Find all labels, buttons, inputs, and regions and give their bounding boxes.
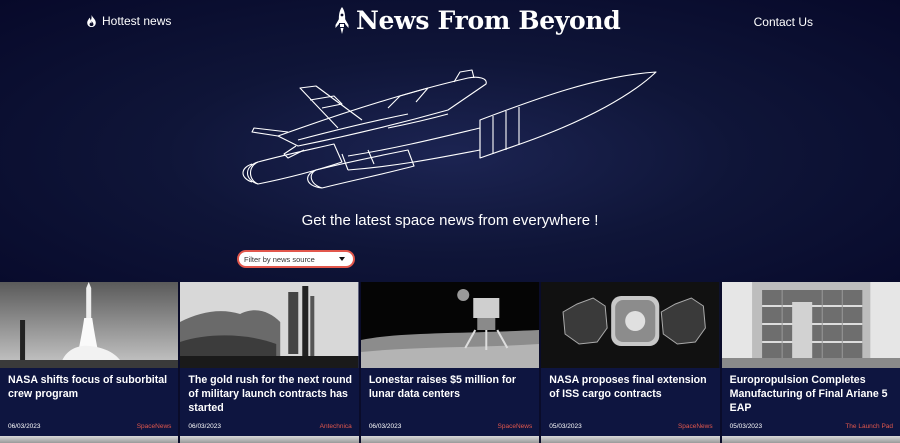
card-title: Europropulsion Completes Manufacturing o… — [729, 374, 888, 414]
card-title: NASA proposes final extension of ISS car… — [549, 374, 707, 400]
rocket-icon — [335, 6, 349, 34]
cargo-spacecraft-image — [541, 282, 720, 368]
rocket-launch-image — [0, 282, 179, 368]
news-card[interactable]: Europropulsion Completes Manufacturing o… — [721, 282, 900, 443]
hero-banner: Hottest news News From Beyond Contact Us — [0, 0, 900, 282]
next-row-image — [180, 436, 359, 443]
card-source: SpaceNews — [677, 423, 713, 430]
card-date: 05/03/2023 — [549, 423, 582, 430]
next-row-image — [541, 436, 720, 443]
card-title: Lonestar raises $5 million for lunar dat… — [368, 374, 516, 400]
card-date: 06/03/2023 — [368, 423, 402, 430]
brand[interactable]: News From Beyond — [334, 6, 621, 35]
card-source: The Launch Pad — [845, 423, 894, 430]
booster-factory-image — [721, 282, 900, 368]
next-row-image — [0, 436, 179, 443]
card-date: 06/03/2023 — [188, 423, 221, 430]
caret-down-icon — [339, 257, 345, 261]
news-card[interactable]: NASA shifts focus of suborbital crew pro… — [0, 282, 179, 443]
filter-placeholder: Filter by news source — [244, 254, 315, 264]
card-source: SpaceNews — [497, 423, 533, 430]
next-row-image — [721, 436, 900, 443]
card-source: Antechnica — [319, 423, 352, 430]
card-date: 05/03/2023 — [729, 423, 763, 430]
flame-icon — [87, 15, 96, 27]
brand-title: News From Beyond — [356, 6, 621, 35]
news-card[interactable]: Lonestar raises $5 million for lunar dat… — [360, 282, 540, 443]
news-source-filter[interactable]: Filter by news source — [237, 250, 355, 268]
hottest-news-label: Hottest news — [102, 14, 172, 28]
news-card[interactable]: NASA proposes final extension of ISS car… — [541, 282, 720, 443]
card-title: The gold rush for the next round of mili… — [188, 374, 353, 414]
news-card[interactable]: The gold rush for the next round of mili… — [180, 282, 359, 443]
card-title: NASA shifts focus of suborbital crew pro… — [8, 374, 168, 400]
hottest-news-link[interactable]: Hottest news — [86, 14, 171, 28]
next-row-image — [360, 436, 540, 443]
card-date: 06/03/2023 — [8, 423, 41, 430]
launch-pad-image — [180, 282, 359, 368]
lunar-lander-image — [360, 282, 540, 368]
tagline: Get the latest space news from everywher… — [301, 212, 599, 229]
contact-us-link[interactable]: Contact Us — [754, 15, 813, 29]
news-card-list: NASA shifts focus of suborbital crew pro… — [0, 282, 900, 443]
space-shuttle-illustration — [242, 69, 657, 189]
card-source: SpaceNews — [136, 423, 172, 430]
